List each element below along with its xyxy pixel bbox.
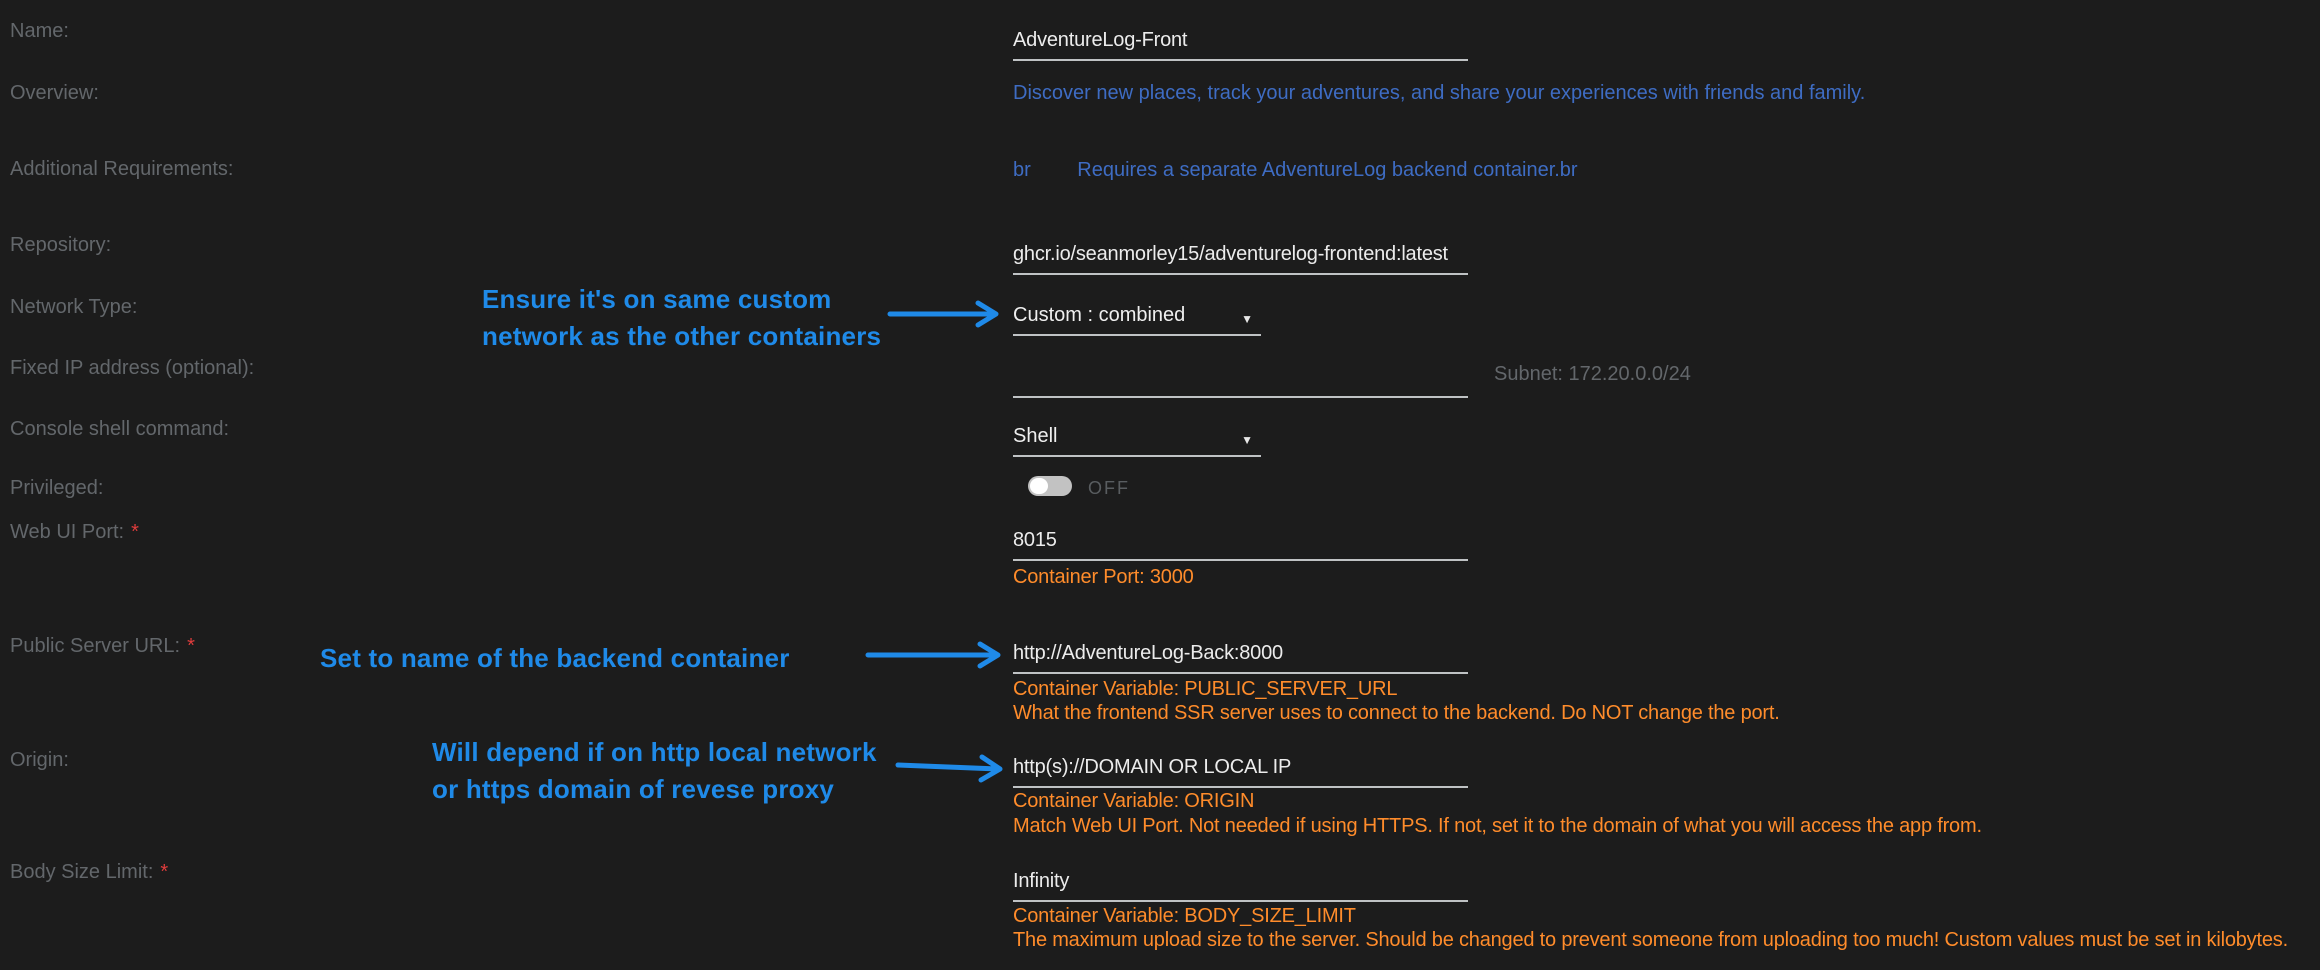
web-ui-port-label: Web UI Port: * (10, 521, 139, 544)
dropdown-caret-icon: ▼ (1241, 429, 1253, 451)
network-type-select[interactable]: Custom : combined ▼ (1013, 304, 1261, 336)
body-size-limit-description-helper: The maximum upload size to the server. S… (1013, 929, 2288, 952)
name-input[interactable]: AdventureLog-Front (1013, 29, 1468, 61)
origin-variable-helper: Container Variable: ORIGIN (1013, 790, 1254, 813)
container-settings-form: Name: Overview: Additional Requirements:… (0, 0, 2320, 970)
origin-annotation: Will depend if on http local network or … (432, 734, 877, 808)
network-annotation-line1: Ensure it's on same custom (482, 281, 881, 318)
public-server-url-label-text: Public Server URL: (10, 635, 180, 657)
network-type-label: Network Type: (10, 296, 137, 319)
body-size-limit-variable-helper: Container Variable: BODY_SIZE_LIMIT (1013, 905, 1356, 928)
origin-annotation-line2: or https domain of revese proxy (432, 771, 877, 808)
privileged-state-label: OFF (1088, 478, 1130, 499)
network-arrow-icon (888, 300, 1004, 328)
public-server-url-annotation: Set to name of the backend container (320, 640, 790, 677)
privileged-label: Privileged: (10, 477, 103, 500)
network-annotation: Ensure it's on same custom network as th… (482, 281, 881, 355)
overview-label: Overview: (10, 82, 99, 105)
public-server-url-label: Public Server URL: * (10, 635, 195, 658)
origin-label: Origin: (10, 749, 69, 772)
dropdown-caret-icon: ▼ (1241, 308, 1253, 330)
fixed-ip-input[interactable] (1013, 366, 1468, 398)
requirements-br-prefix: br (1013, 159, 1031, 181)
public-server-url-input[interactable]: http://AdventureLog-Back:8000 (1013, 642, 1468, 674)
console-shell-value: Shell (1013, 425, 1057, 447)
web-ui-port-label-text: Web UI Port: (10, 521, 124, 543)
network-annotation-line2: network as the other containers (482, 318, 881, 355)
required-asterisk: * (187, 635, 195, 657)
additional-requirements-text: br Requires a separate AdventureLog back… (1013, 159, 1578, 182)
body-size-limit-label: Body Size Limit: * (10, 861, 168, 884)
console-shell-label: Console shell command: (10, 418, 229, 441)
subnet-note: Subnet: 172.20.0.0/24 (1494, 363, 1691, 386)
origin-description-helper: Match Web UI Port. Not needed if using H… (1013, 815, 1982, 838)
origin-input[interactable]: http(s)://DOMAIN OR LOCAL IP (1013, 756, 1468, 788)
console-shell-select[interactable]: Shell ▼ (1013, 425, 1261, 457)
overview-text: Discover new places, track your adventur… (1013, 82, 1865, 105)
network-type-value: Custom : combined (1013, 304, 1185, 326)
fixed-ip-label: Fixed IP address (optional): (10, 357, 254, 380)
requirements-text: Requires a separate AdventureLog backend… (1077, 159, 1577, 181)
container-port-helper: Container Port: 3000 (1013, 566, 1194, 589)
origin-annotation-line1: Will depend if on http local network (432, 734, 877, 771)
web-ui-port-input[interactable]: 8015 (1013, 529, 1468, 561)
required-asterisk: * (131, 521, 139, 543)
toggle-knob (1030, 478, 1048, 494)
body-size-limit-label-text: Body Size Limit: (10, 861, 153, 883)
privileged-toggle[interactable] (1028, 476, 1072, 496)
repository-input[interactable]: ghcr.io/seanmorley15/adventurelog-fronte… (1013, 243, 1468, 275)
public-server-url-description-helper: What the frontend SSR server uses to con… (1013, 702, 1780, 725)
body-size-limit-input[interactable]: Infinity (1013, 870, 1468, 902)
origin-arrow-icon (896, 752, 1008, 784)
name-label: Name: (10, 20, 69, 43)
additional-requirements-label: Additional Requirements: (10, 158, 233, 181)
repository-label: Repository: (10, 234, 111, 257)
public-server-url-variable-helper: Container Variable: PUBLIC_SERVER_URL (1013, 678, 1397, 701)
public-server-url-arrow-icon (866, 641, 1006, 669)
required-asterisk: * (160, 861, 168, 883)
